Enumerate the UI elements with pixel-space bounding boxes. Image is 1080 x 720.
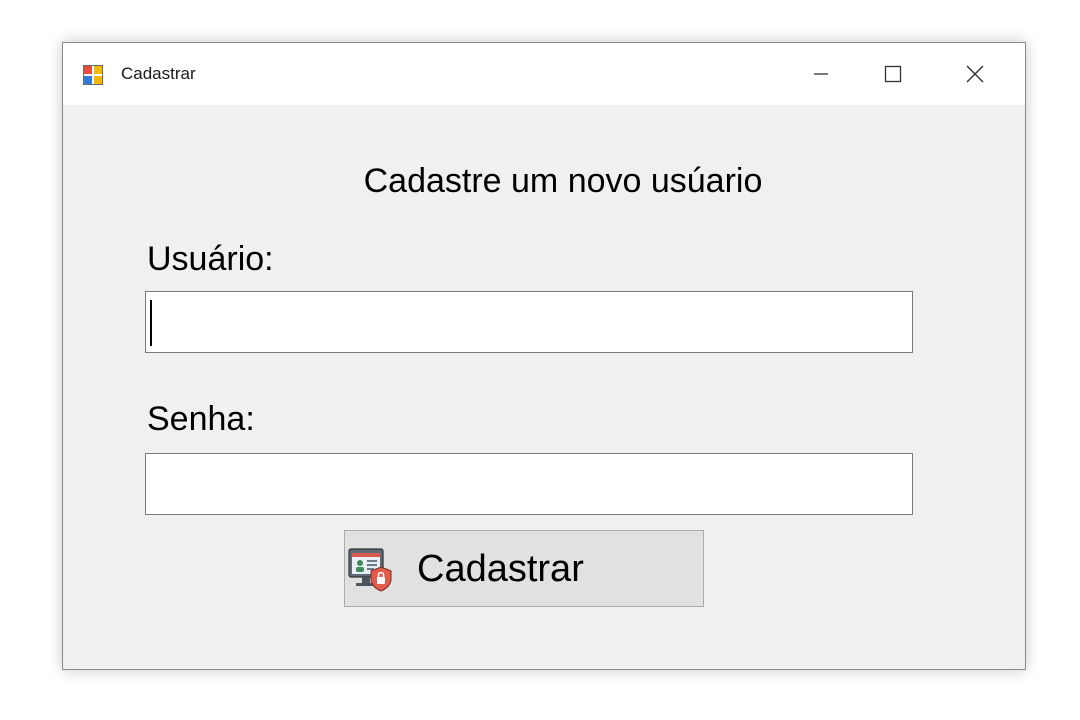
register-button-label: Cadastrar	[417, 548, 584, 590]
minimize-icon	[814, 73, 828, 75]
user-registration-icon	[348, 548, 392, 592]
password-label: Senha:	[147, 400, 255, 438]
maximize-button[interactable]	[857, 43, 929, 105]
window-title: Cadastrar	[121, 64, 196, 83]
form-heading: Cadastre um novo usúario	[363, 162, 763, 200]
minimize-button[interactable]	[785, 43, 857, 105]
register-window: Cadastrar Cadastre um novo usúario Usuár…	[62, 42, 1026, 670]
username-field[interactable]	[145, 291, 913, 353]
close-icon	[966, 65, 984, 83]
windows-form-icon	[83, 65, 103, 85]
text-cursor	[150, 300, 152, 346]
close-button[interactable]	[939, 43, 1011, 105]
maximize-icon	[884, 65, 902, 83]
username-label: Usuário:	[147, 240, 274, 278]
title-bar[interactable]: Cadastrar	[63, 43, 1025, 105]
register-button[interactable]: Cadastrar	[344, 530, 704, 607]
password-field[interactable]	[145, 453, 913, 515]
